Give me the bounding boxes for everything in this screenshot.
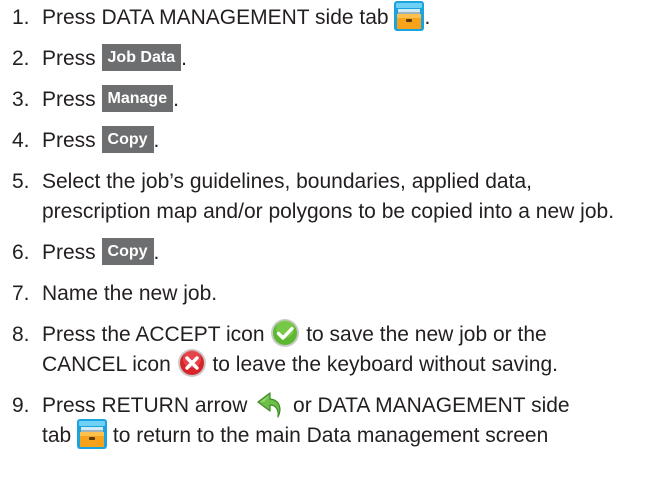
step-text: CANCEL icon	[42, 353, 177, 376]
step-number: 9.	[12, 394, 30, 417]
step-text: to save the new job or the	[300, 323, 547, 346]
step-4: 4. Press Copy.	[0, 126, 662, 156]
copy-button[interactable]: Copy	[101, 126, 154, 154]
step-text: Press	[42, 47, 102, 70]
step-text: Press RETURN arrow	[42, 394, 254, 417]
step-text: or DATA MANAGEMENT side	[287, 394, 570, 417]
step-2: 2. Press Job Data.	[0, 44, 662, 74]
step-number: 5.	[12, 170, 30, 193]
step-text-end: .	[173, 88, 179, 111]
step-text: to return to the main Data management sc…	[107, 424, 549, 447]
step-text-line-2: CANCEL icon to leave the keyboard withou…	[42, 350, 662, 380]
step-text: Press	[42, 129, 102, 152]
step-text-line-2: tab to return to the main Data managemen…	[42, 421, 662, 451]
step-1: 1. Press DATA MANAGEMENT side tab .	[0, 3, 662, 33]
step-number: 4.	[12, 129, 30, 152]
step-text-line-1: Press the ACCEPT icon to save the new jo…	[42, 320, 662, 350]
step-text: Press	[42, 88, 102, 111]
data-management-tab-icon	[394, 1, 424, 31]
step-text: Press	[42, 241, 102, 264]
step-text: Press DATA MANAGEMENT side tab	[42, 6, 395, 29]
step-text-line-1: Select the job’s guidelines, boundaries,…	[42, 170, 532, 193]
step-text: to leave the keyboard without saving.	[206, 353, 558, 376]
step-number: 3.	[12, 88, 30, 111]
step-number: 2.	[12, 47, 30, 70]
step-7: 7. Name the new job.	[0, 279, 662, 309]
cancel-x-icon	[177, 348, 207, 378]
job-data-button[interactable]: Job Data	[101, 44, 182, 72]
step-3: 3. Press Manage.	[0, 85, 662, 115]
step-text: tab	[42, 424, 78, 447]
step-text-line-1: Press RETURN arrow or DATA MANAGEMENT si…	[42, 391, 662, 421]
step-number: 7.	[12, 282, 30, 305]
step-6: 6. Press Copy.	[0, 238, 662, 268]
step-number: 1.	[12, 6, 30, 29]
manage-button[interactable]: Manage	[101, 85, 174, 113]
step-text-end: .	[181, 47, 187, 70]
step-text-end: .	[153, 129, 160, 152]
step-5: 5. Select the job’s guidelines, boundari…	[0, 167, 662, 227]
step-text-end: .	[153, 241, 160, 264]
step-text: Press the ACCEPT icon	[42, 323, 271, 346]
instruction-list: 1. Press DATA MANAGEMENT side tab . 2. P…	[0, 0, 662, 451]
step-text-end: .	[424, 6, 431, 29]
return-arrow-icon	[253, 389, 287, 419]
step-text: Name the new job.	[42, 282, 218, 305]
step-number: 6.	[12, 241, 30, 264]
accept-check-icon	[270, 318, 300, 348]
step-number: 8.	[12, 323, 30, 346]
step-8: 8. Press the ACCEPT icon to save the new…	[0, 320, 662, 380]
copy-confirm-button[interactable]: Copy	[101, 238, 154, 266]
data-management-tab-icon	[77, 419, 107, 449]
step-text-line-2: prescription map and/or polygons to be c…	[42, 200, 615, 223]
step-9: 9. Press RETURN arrow or DATA MANAGEMENT…	[0, 391, 662, 451]
